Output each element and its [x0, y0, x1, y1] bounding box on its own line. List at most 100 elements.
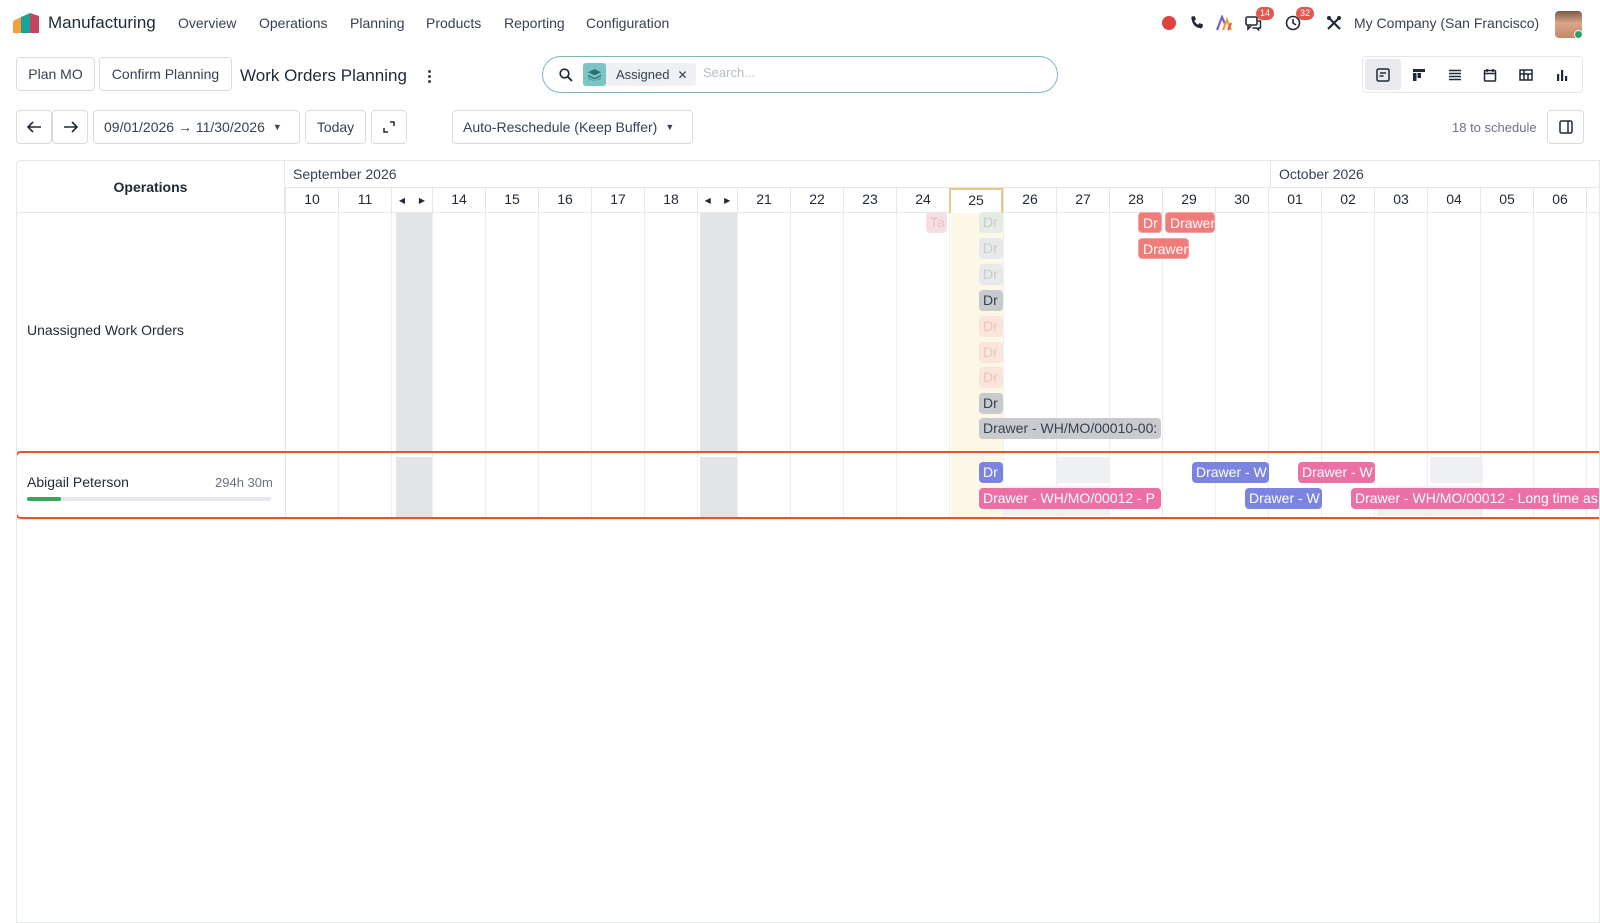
menu-configuration[interactable]: Configuration — [586, 15, 669, 31]
work-order-pill[interactable]: Dr — [979, 264, 1003, 285]
company-switcher[interactable]: My Company (San Francisco) — [1354, 15, 1539, 31]
day-header: 05 — [1480, 188, 1533, 213]
expand-button[interactable] — [371, 110, 407, 144]
activity-clock-icon[interactable]: 32 — [1284, 7, 1314, 32]
search-facet-label: Assigned — [616, 67, 670, 82]
day-header: 11 — [338, 188, 391, 213]
caret-left-icon: ◀ — [398, 195, 406, 205]
operations-header: Operations — [17, 161, 285, 213]
view-switcher — [1362, 56, 1583, 93]
collapsed-weekend-toggle[interactable]: ◀ ▶ — [697, 188, 737, 213]
actions-menu-icon[interactable] — [425, 66, 433, 86]
manufacturing-app-icon[interactable] — [13, 13, 39, 33]
day-header: 16 — [538, 188, 591, 213]
day-header: 04 — [1427, 188, 1480, 213]
today-day-header: 25 — [949, 188, 1003, 213]
kanban-view-icon[interactable] — [1401, 59, 1437, 90]
menu-operations[interactable]: Operations — [259, 15, 327, 31]
day-header: 26 — [1003, 188, 1056, 213]
pivot-view-icon[interactable] — [1508, 59, 1544, 90]
messages-icon[interactable]: 14 — [1244, 7, 1274, 32]
app-name[interactable]: Manufacturing — [48, 13, 156, 33]
day-header: 29 — [1162, 188, 1215, 213]
work-order-pill[interactable]: Drawer - W — [1298, 462, 1375, 483]
work-order-pill[interactable]: Dr — [979, 238, 1003, 259]
caret-right-icon: ▶ — [724, 195, 731, 205]
work-order-pill[interactable]: Drawer - WH/MO/00010-00: — [979, 418, 1161, 439]
list-view-icon[interactable] — [1437, 59, 1473, 90]
work-order-pill[interactable]: Drawer - W — [1245, 488, 1322, 509]
search-facet-filter[interactable]: Assigned ✕ — [583, 63, 696, 86]
side-panel-icon — [1558, 120, 1573, 134]
caret-right-icon: ▶ — [418, 195, 426, 205]
row-label-unassigned[interactable]: Unassigned Work Orders — [27, 322, 184, 338]
top-navbar: Manufacturing Overview Operations Planni… — [0, 0, 1600, 46]
work-order-pill[interactable]: Dr — [979, 342, 1003, 363]
plan-mo-button[interactable]: Plan MO — [16, 57, 95, 91]
phone-icon[interactable] — [1188, 14, 1206, 32]
work-order-pill[interactable]: Dr — [979, 212, 1003, 233]
menu-planning[interactable]: Planning — [350, 15, 405, 31]
calendar-view-icon[interactable] — [1472, 59, 1508, 90]
date-range-picker[interactable]: 09/01/2026 → 11/30/2026 ▼ — [93, 110, 300, 144]
day-header: 27 — [1056, 188, 1109, 213]
auto-reschedule-dropdown[interactable]: Auto-Reschedule (Keep Buffer) ▼ — [452, 110, 693, 144]
row-hours: 294h 30m — [215, 475, 273, 490]
today-button[interactable]: Today — [305, 110, 366, 144]
menu-products[interactable]: Products — [426, 15, 481, 31]
activity-badge: 32 — [1295, 7, 1314, 20]
gantt-chart: Operations September 2026 October 2026 1… — [16, 160, 1600, 923]
auto-reschedule-label: Auto-Reschedule (Keep Buffer) — [463, 119, 658, 135]
filter-layers-icon — [583, 63, 606, 86]
work-order-pill[interactable]: Drawer — [1138, 238, 1189, 259]
previous-period-button[interactable] — [16, 110, 52, 144]
expand-icon — [383, 121, 395, 133]
work-order-pill[interactable]: Drawer - WH/MO/00012 - P — [979, 488, 1161, 509]
work-order-pill[interactable]: Drawer - WH/MO/00012 - Long time as — [1351, 488, 1599, 509]
collapsed-weekend-toggle[interactable]: ◀ ▶ — [391, 188, 432, 213]
search-bar[interactable]: Assigned ✕ — [542, 56, 1058, 93]
arrow-left-icon — [26, 121, 41, 133]
toggle-sidebar-button[interactable] — [1547, 110, 1584, 144]
work-order-pill[interactable]: Dr — [979, 290, 1003, 311]
day-header: 14 — [432, 188, 485, 213]
caret-down-icon: ▼ — [272, 122, 282, 132]
work-order-pill[interactable]: Dr — [1138, 212, 1162, 233]
month-header: October 2026 — [1279, 166, 1364, 182]
work-order-pill[interactable]: Drawer - W — [1192, 462, 1269, 483]
month-header: September 2026 — [293, 166, 397, 182]
menu-overview[interactable]: Overview — [178, 15, 236, 31]
day-header: 17 — [591, 188, 644, 213]
confirm-planning-button[interactable]: Confirm Planning — [99, 57, 232, 91]
search-input[interactable] — [703, 65, 1043, 80]
work-order-pill[interactable]: Dr — [979, 462, 1003, 483]
work-order-pill[interactable]: Dr — [979, 393, 1003, 414]
day-header: 06 — [1533, 188, 1586, 213]
remove-facet-icon[interactable]: ✕ — [677, 68, 687, 82]
day-header: 22 — [790, 188, 843, 213]
date-range-label: 09/01/2026 → 11/30/2026 — [104, 119, 265, 135]
work-order-pill[interactable]: Dr — [979, 367, 1003, 388]
online-status-icon — [1574, 30, 1582, 38]
work-order-pill[interactable]: Drawer — [1165, 212, 1215, 233]
page-title: Work Orders Planning — [240, 66, 407, 85]
ai-icon[interactable] — [1216, 14, 1234, 32]
to-schedule-count[interactable]: 18 to schedule — [1452, 120, 1537, 135]
menu-reporting[interactable]: Reporting — [504, 15, 565, 31]
day-header: 01 — [1268, 188, 1321, 213]
work-order-pill[interactable]: Dr — [979, 316, 1003, 337]
graph-view-icon[interactable] — [1544, 59, 1580, 90]
record-icon[interactable] — [1161, 14, 1177, 32]
day-header: 15 — [485, 188, 538, 213]
gantt-view-icon[interactable] — [1365, 59, 1401, 90]
day-header: 10 — [285, 188, 338, 213]
day-header: 23 — [843, 188, 896, 213]
day-header: 03 — [1374, 188, 1427, 213]
next-period-button[interactable] — [52, 110, 88, 144]
user-avatar[interactable] — [1555, 11, 1582, 38]
debug-tools-icon[interactable] — [1325, 14, 1343, 32]
search-icon[interactable] — [559, 68, 573, 82]
work-order-pill[interactable]: Ta — [926, 212, 947, 233]
row-label-abigail-peterson[interactable]: Abigail Peterson — [27, 474, 129, 490]
day-header: 02 — [1321, 188, 1374, 213]
